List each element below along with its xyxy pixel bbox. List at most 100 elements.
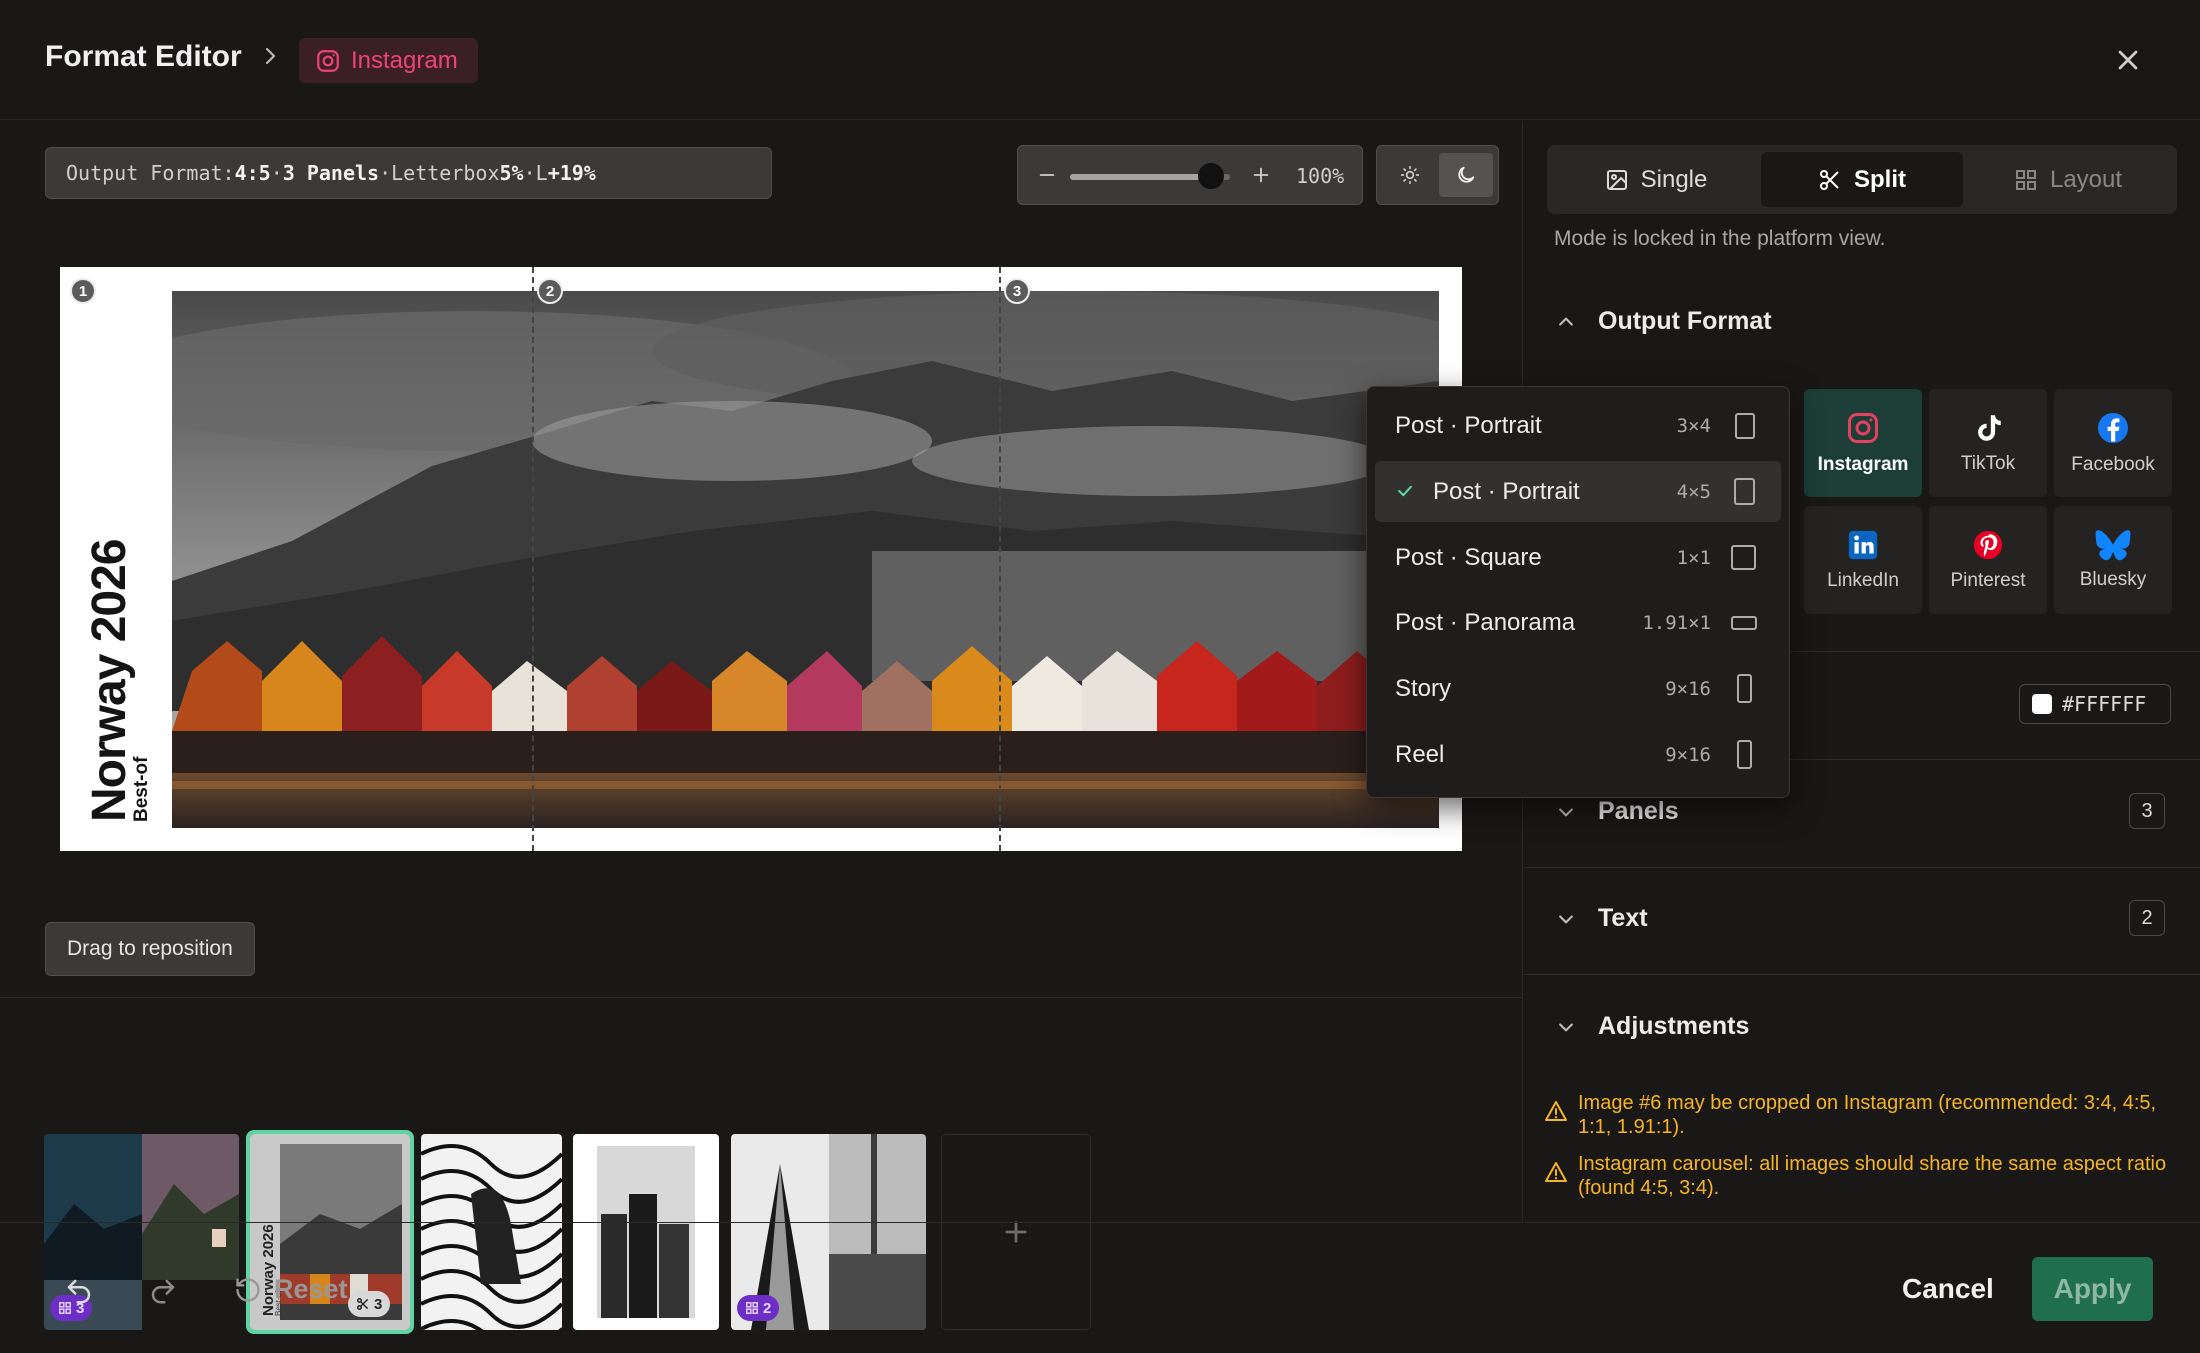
format-option-label: Post · Portrait [1395,411,1542,439]
platform-chip-label: Instagram [351,46,458,74]
warning-icon [1544,1160,1568,1184]
close-icon[interactable] [2112,44,2144,76]
footer: Reset Cancel Apply [0,1222,2200,1353]
zoom-value: 100% [1296,164,1345,188]
panel-divider[interactable] [532,267,534,851]
aspect-tall-icon [1737,674,1752,703]
reset-button[interactable]: Reset [234,1274,348,1305]
format-option-ratio: 1×1 [1676,546,1711,569]
platform-tile-facebook[interactable]: Facebook [2054,389,2172,497]
platform-chip[interactable]: Instagram [299,38,478,83]
section-panels-header[interactable]: Panels [1556,797,1679,826]
tab-split[interactable]: Split [1761,152,1963,207]
section-adjustments-header[interactable]: Adjustments [1556,1012,1749,1041]
platform-tile-linkedin[interactable]: LinkedIn [1804,506,1922,614]
pinterest-icon [1973,530,2003,560]
apply-button[interactable]: Apply [2032,1257,2153,1321]
facebook-icon [2098,413,2128,443]
zoom-out-icon[interactable] [1036,164,1058,186]
format-option-ratio: 3×4 [1676,414,1711,437]
platform-tile-tiktok[interactable]: TikTok [1929,389,2047,497]
image-icon [1606,169,1627,190]
panel-number: 2 [537,278,563,304]
aspect-tall-icon [1737,740,1752,769]
tab-single[interactable]: Single [1555,152,1757,207]
tab-single-label: Single [1640,165,1708,193]
drag-to-reposition-button[interactable]: Drag to reposition [45,922,255,976]
grid-icon [2015,169,2036,190]
format-option-ratio: 9×16 [1665,743,1711,766]
platform-tile-pinterest[interactable]: Pinterest [1929,506,2047,614]
preview-pane: Output Format: 4:5 · 3 Panels · Letterbo… [0,121,1523,1334]
info-sep: · [523,161,536,185]
info-letterbox-value: 5% [499,161,524,185]
format-option-label: Post · Portrait [1433,477,1580,505]
text-count-badge: 2 [2129,900,2165,936]
format-dropdown-menu: Post · Portrait 3×4 Post · Portrait 4×5 … [1366,386,1790,798]
divider [1524,974,2200,975]
platform-tile-bluesky[interactable]: Bluesky [2054,506,2172,614]
format-option-label: Post · Panorama [1395,608,1576,636]
format-option-label: Story [1395,674,1452,702]
format-option-ratio: 1.91×1 [1642,611,1711,634]
format-option[interactable]: Post · Square 1×1 [1375,527,1781,588]
platform-tile-instagram[interactable]: Instagram [1804,389,1922,497]
platform-tile-label: Pinterest [1950,570,2026,591]
format-option-ratio: 9×16 [1665,677,1711,700]
platform-tile-label: TikTok [1960,453,2016,474]
zoom-in-icon[interactable] [1250,164,1272,186]
page-title: Format Editor [45,40,242,73]
format-option[interactable]: Reel 9×16 [1375,724,1781,785]
output-format-info: Output Format: 4:5 · 3 Panels · Letterbo… [45,147,772,199]
info-l-value: +19% [547,161,596,185]
section-adjustments-title: Adjustments [1598,1012,1750,1040]
section-output-format-header[interactable]: Output Format [1556,307,1772,336]
warning-text: Image #6 may be cropped on Instagram (re… [1578,1092,2157,1138]
header: Format Editor Instagram [0,0,2200,120]
info-label: Output Format: [66,161,235,185]
background-color-value: #FFFFFF [2062,692,2147,716]
undo-icon[interactable] [64,1276,94,1306]
section-output-format-title: Output Format [1598,307,1772,335]
panorama-photo[interactable] [172,291,1439,828]
preview-canvas[interactable]: Norway 2026 Best-of 1 2 3 [60,267,1462,851]
platform-tile-label: Bluesky [2079,569,2147,590]
color-swatch[interactable] [2032,694,2052,714]
redo-icon[interactable] [148,1276,178,1306]
format-option[interactable]: Post · Portrait 3×4 [1375,395,1781,456]
panel-divider[interactable] [999,267,1001,851]
background-color-field[interactable]: #FFFFFF [2019,684,2171,724]
check-icon [1395,481,1415,501]
tab-layout-label: Layout [2049,165,2123,193]
cancel-button[interactable]: Cancel [1902,1273,1994,1305]
info-l-label: L [535,161,548,185]
mode-locked-note: Mode is locked in the platform view. [1554,227,1886,250]
zoom-slider-fill [1070,174,1211,180]
info-letterbox-label: Letterbox [391,161,500,185]
format-option[interactable]: Post · Panorama 1.91×1 [1375,592,1781,653]
chevron-up-icon [1556,312,1576,332]
section-text-header[interactable]: Text [1556,904,1648,933]
format-option-ratio: 4×5 [1676,480,1711,503]
theme-toggle [1376,145,1499,205]
tab-layout[interactable]: Layout [1967,152,2169,207]
sun-icon[interactable] [1385,153,1435,197]
canvas-vertical-title[interactable]: Norway 2026 Best-of [82,539,153,822]
scissors-icon [1820,169,1839,190]
aspect-square-icon [1731,545,1756,570]
format-option-label: Reel [1395,740,1445,768]
format-option-label: Post · Square [1395,543,1542,571]
format-option[interactable]: Story 9×16 [1375,658,1781,719]
panel-number: 3 [1004,278,1030,304]
zoom-slider-handle[interactable] [1197,163,1224,189]
aspect-landscape-icon [1731,616,1757,630]
divider [1524,867,2200,868]
section-panels-title: Panels [1598,797,1679,825]
format-option-selected[interactable]: Post · Portrait 4×5 [1375,461,1781,522]
platform-tile-label: Instagram [1817,454,1909,475]
panel-number: 1 [70,278,96,304]
reset-label: Reset [274,1274,348,1304]
info-panels: 3 Panels [282,161,380,185]
moon-icon[interactable] [1439,153,1493,197]
section-text-title: Text [1598,904,1648,932]
